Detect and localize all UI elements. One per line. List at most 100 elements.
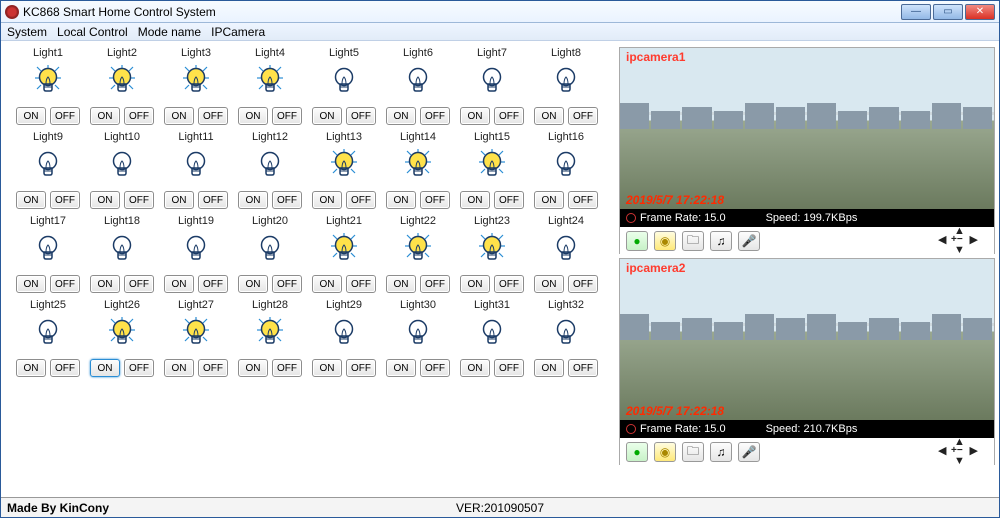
ptz-right-icon[interactable]: ▶ xyxy=(970,446,978,457)
bulb-icon xyxy=(477,63,507,97)
light-16-off-button[interactable]: OFF xyxy=(568,191,598,209)
light-11-off-button[interactable]: OFF xyxy=(198,191,228,209)
light-25-off-button[interactable]: OFF xyxy=(50,359,80,377)
menu-ipcamera[interactable]: IPCamera xyxy=(211,25,265,39)
light-4-on-button[interactable]: ON xyxy=(238,107,268,125)
light-18-off-button[interactable]: OFF xyxy=(124,275,154,293)
ptz-control[interactable]: ▲ ▼ ◀ ▶ +− xyxy=(928,228,988,254)
light-24-off-button[interactable]: OFF xyxy=(568,275,598,293)
ptz-right-icon[interactable]: ▶ xyxy=(970,235,978,246)
ptz-down-icon[interactable]: ▼ xyxy=(954,245,965,256)
light-14-on-button[interactable]: ON xyxy=(386,191,416,209)
light-21-off-button[interactable]: OFF xyxy=(346,275,376,293)
light-7-on-button[interactable]: ON xyxy=(460,107,490,125)
ptz-down-icon[interactable]: ▼ xyxy=(954,456,965,467)
light-18-on-button[interactable]: ON xyxy=(90,275,120,293)
ptz-left-icon[interactable]: ◀ xyxy=(938,446,946,457)
light-31-on-button[interactable]: ON xyxy=(460,359,490,377)
light-29-on-button[interactable]: ON xyxy=(312,359,342,377)
light-label: Light20 xyxy=(252,215,288,227)
light-19-on-button[interactable]: ON xyxy=(164,275,194,293)
light-25-on-button[interactable]: ON xyxy=(16,359,46,377)
light-30-off-button[interactable]: OFF xyxy=(420,359,450,377)
light-cell-17: Light17 ON OFF xyxy=(11,215,85,293)
light-26-on-button[interactable]: ON xyxy=(90,359,120,377)
ptz-zoom-icon[interactable]: +− xyxy=(951,446,963,456)
light-10-on-button[interactable]: ON xyxy=(90,191,120,209)
folder-button[interactable]: 🗀 xyxy=(682,231,704,251)
bulb-icon xyxy=(329,63,359,97)
light-12-off-button[interactable]: OFF xyxy=(272,191,302,209)
light-6-on-button[interactable]: ON xyxy=(386,107,416,125)
light-16-on-button[interactable]: ON xyxy=(534,191,564,209)
light-32-on-button[interactable]: ON xyxy=(534,359,564,377)
light-3-off-button[interactable]: OFF xyxy=(198,107,228,125)
minimize-button[interactable]: — xyxy=(901,4,931,20)
ptz-control[interactable]: ▲ ▼ ◀ ▶ +− xyxy=(928,439,988,465)
mic-button[interactable]: 🎤 xyxy=(738,231,760,251)
light-23-off-button[interactable]: OFF xyxy=(494,275,524,293)
light-19-off-button[interactable]: OFF xyxy=(198,275,228,293)
snapshot-button[interactable]: ◉ xyxy=(654,442,676,462)
light-27-off-button[interactable]: OFF xyxy=(198,359,228,377)
light-23-on-button[interactable]: ON xyxy=(460,275,490,293)
light-5-off-button[interactable]: OFF xyxy=(346,107,376,125)
ptz-zoom-icon[interactable]: +− xyxy=(951,235,963,245)
light-8-off-button[interactable]: OFF xyxy=(568,107,598,125)
light-8-on-button[interactable]: ON xyxy=(534,107,564,125)
light-28-off-button[interactable]: OFF xyxy=(272,359,302,377)
light-27-on-button[interactable]: ON xyxy=(164,359,194,377)
light-1-on-button[interactable]: ON xyxy=(16,107,46,125)
mic-button[interactable]: 🎤 xyxy=(738,442,760,462)
camera-feed[interactable]: ipcamera2 2019/5/7 17:22:18 xyxy=(620,259,994,420)
light-20-on-button[interactable]: ON xyxy=(238,275,268,293)
light-14-off-button[interactable]: OFF xyxy=(420,191,450,209)
light-20-off-button[interactable]: OFF xyxy=(272,275,302,293)
light-31-off-button[interactable]: OFF xyxy=(494,359,524,377)
menu-local-control[interactable]: Local Control xyxy=(57,25,128,39)
light-29-off-button[interactable]: OFF xyxy=(346,359,376,377)
light-label: Light1 xyxy=(33,47,63,59)
audio-button[interactable]: ♫ xyxy=(710,231,732,251)
ptz-left-icon[interactable]: ◀ xyxy=(938,235,946,246)
folder-button[interactable]: 🗀 xyxy=(682,442,704,462)
light-3-on-button[interactable]: ON xyxy=(164,107,194,125)
record-button[interactable]: ● xyxy=(626,442,648,462)
record-button[interactable]: ● xyxy=(626,231,648,251)
light-12-on-button[interactable]: ON xyxy=(238,191,268,209)
menu-mode-name[interactable]: Mode name xyxy=(138,25,201,39)
light-15-off-button[interactable]: OFF xyxy=(494,191,524,209)
light-28-on-button[interactable]: ON xyxy=(238,359,268,377)
light-1-off-button[interactable]: OFF xyxy=(50,107,80,125)
light-13-off-button[interactable]: OFF xyxy=(346,191,376,209)
light-4-off-button[interactable]: OFF xyxy=(272,107,302,125)
light-2-on-button[interactable]: ON xyxy=(90,107,120,125)
light-6-off-button[interactable]: OFF xyxy=(420,107,450,125)
light-32-off-button[interactable]: OFF xyxy=(568,359,598,377)
light-2-off-button[interactable]: OFF xyxy=(124,107,154,125)
light-7-off-button[interactable]: OFF xyxy=(494,107,524,125)
content-area: Light1 ON OFF Light2 ON OFF xyxy=(1,41,999,497)
light-11-on-button[interactable]: ON xyxy=(164,191,194,209)
light-5-on-button[interactable]: ON xyxy=(312,107,342,125)
light-label: Light9 xyxy=(33,131,63,143)
light-22-on-button[interactable]: ON xyxy=(386,275,416,293)
light-13-on-button[interactable]: ON xyxy=(312,191,342,209)
menu-system[interactable]: System xyxy=(7,25,47,39)
light-17-on-button[interactable]: ON xyxy=(16,275,46,293)
snapshot-button[interactable]: ◉ xyxy=(654,231,676,251)
light-22-off-button[interactable]: OFF xyxy=(420,275,450,293)
light-9-on-button[interactable]: ON xyxy=(16,191,46,209)
close-button[interactable]: ✕ xyxy=(965,4,995,20)
light-21-on-button[interactable]: ON xyxy=(312,275,342,293)
maximize-button[interactable]: ▭ xyxy=(933,4,963,20)
light-26-off-button[interactable]: OFF xyxy=(124,359,154,377)
audio-button[interactable]: ♫ xyxy=(710,442,732,462)
light-10-off-button[interactable]: OFF xyxy=(124,191,154,209)
light-17-off-button[interactable]: OFF xyxy=(50,275,80,293)
light-15-on-button[interactable]: ON xyxy=(460,191,490,209)
light-24-on-button[interactable]: ON xyxy=(534,275,564,293)
light-9-off-button[interactable]: OFF xyxy=(50,191,80,209)
light-30-on-button[interactable]: ON xyxy=(386,359,416,377)
camera-feed[interactable]: ipcamera1 2019/5/7 17:22:18 xyxy=(620,48,994,209)
